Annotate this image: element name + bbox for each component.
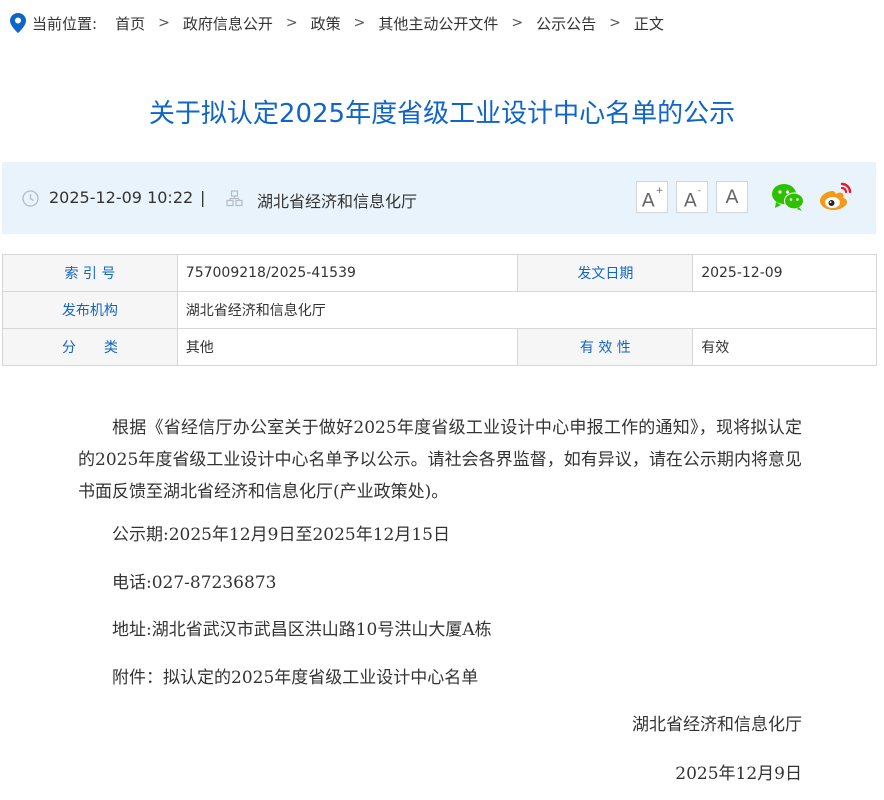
attachment-link[interactable]: 拟认定的2025年度省级工业设计中心名单 xyxy=(163,668,478,688)
attachment-line: 附件：拟认定的2025年度省级工业设计中心名单 xyxy=(78,663,478,688)
table-row: 索 引 号 757009218/2025-41539 发文日期 2025-12-… xyxy=(2,254,877,292)
font-small-mark: - xyxy=(697,186,702,196)
font-small-label: A xyxy=(683,189,697,212)
signature-org: 湖北省经济和信息化厅 xyxy=(632,715,802,735)
breadcrumb-current: 正文 xyxy=(633,14,664,33)
font-large-label: A xyxy=(641,189,655,212)
breadcrumb-separator: > xyxy=(285,15,298,31)
article-body: 根据《省经信厅办公室关于做好2025年度省级工业设计中心申报工作的通知》，现将拟… xyxy=(78,412,802,784)
breadcrumb-separator: > xyxy=(158,15,170,31)
attachment-label: 附件： xyxy=(112,668,163,688)
font-large-mark: + xyxy=(655,186,664,196)
table-row: 发布机构 湖北省经济和信息化厅 xyxy=(2,291,878,329)
font-size-decrease-button[interactable]: A- xyxy=(676,181,708,213)
breadcrumb-notices[interactable]: 公示公告 xyxy=(536,13,596,34)
breadcrumb: 当前位置: 首页 > 政府信息公开 > 政策 > 其他主动公开文件 > 公示公告… xyxy=(10,12,664,34)
meta-value-date: 2025-12-09 xyxy=(692,254,877,292)
clock-icon xyxy=(22,190,39,207)
font-size-default-button[interactable]: A xyxy=(716,181,748,213)
signature-date: 2025年12月9日 xyxy=(675,764,802,784)
meta-value-category: 其他 xyxy=(176,328,519,366)
contact-address: 地址:湖北省武汉市武昌区洪山路10号洪山大厦A栋 xyxy=(112,620,492,640)
breadcrumb-separator: > xyxy=(353,15,366,31)
location-pin-icon xyxy=(10,13,26,33)
meta-label-index: 索 引 号 xyxy=(2,254,178,292)
publish-datetime: 2025-12-09 10:22 xyxy=(49,188,194,207)
table-row: 分 类 其他 有 效 性 有效 xyxy=(2,328,877,366)
meta-value-validity: 有效 xyxy=(692,328,877,366)
breadcrumb-other-files[interactable]: 其他主动公开文件 xyxy=(378,13,498,34)
meta-table: 索 引 号 757009218/2025-41539 发文日期 2025-12-… xyxy=(2,254,878,366)
meta-label-category: 分 类 xyxy=(2,328,178,366)
contact-phone: 电话:027-87236873 xyxy=(112,573,277,593)
meta-value-issuer: 湖北省经济和信息化厅 xyxy=(176,291,878,329)
body-paragraph: 根据《省经信厅办公室关于做好2025年度省级工业设计中心申报工作的通知》，现将拟… xyxy=(78,418,802,502)
info-divider: | xyxy=(200,188,206,207)
breadcrumb-separator: > xyxy=(511,15,524,31)
breadcrumb-gov-info[interactable]: 政府信息公开 xyxy=(183,13,273,34)
breadcrumb-separator: > xyxy=(609,15,621,31)
font-size-increase-button[interactable]: A+ xyxy=(636,181,668,213)
notice-period: 公示期:2025年12月9日至2025年12月15日 xyxy=(112,525,450,545)
publish-source: 湖北省经济和信息化厅 xyxy=(257,192,418,211)
font-default-label: A xyxy=(725,186,739,208)
org-icon xyxy=(226,190,243,207)
breadcrumb-policy[interactable]: 政策 xyxy=(311,13,341,34)
page-title: 关于拟认定2025年度省级工业设计中心名单的公示 xyxy=(148,99,736,129)
meta-label-issuer: 发布机构 xyxy=(2,291,178,329)
meta-label-validity: 有 效 性 xyxy=(517,328,694,366)
info-bar: 2025-12-09 10:22 | 湖北省经济和信息化厅 A+ A- A xyxy=(2,162,876,234)
breadcrumb-prefix: 当前位置: xyxy=(32,14,98,33)
weibo-icon[interactable] xyxy=(819,182,853,212)
breadcrumb-home[interactable]: 首页 xyxy=(115,13,145,34)
meta-value-index: 757009218/2025-41539 xyxy=(176,254,519,292)
meta-label-date: 发文日期 xyxy=(517,254,694,292)
wechat-icon[interactable] xyxy=(771,183,805,213)
